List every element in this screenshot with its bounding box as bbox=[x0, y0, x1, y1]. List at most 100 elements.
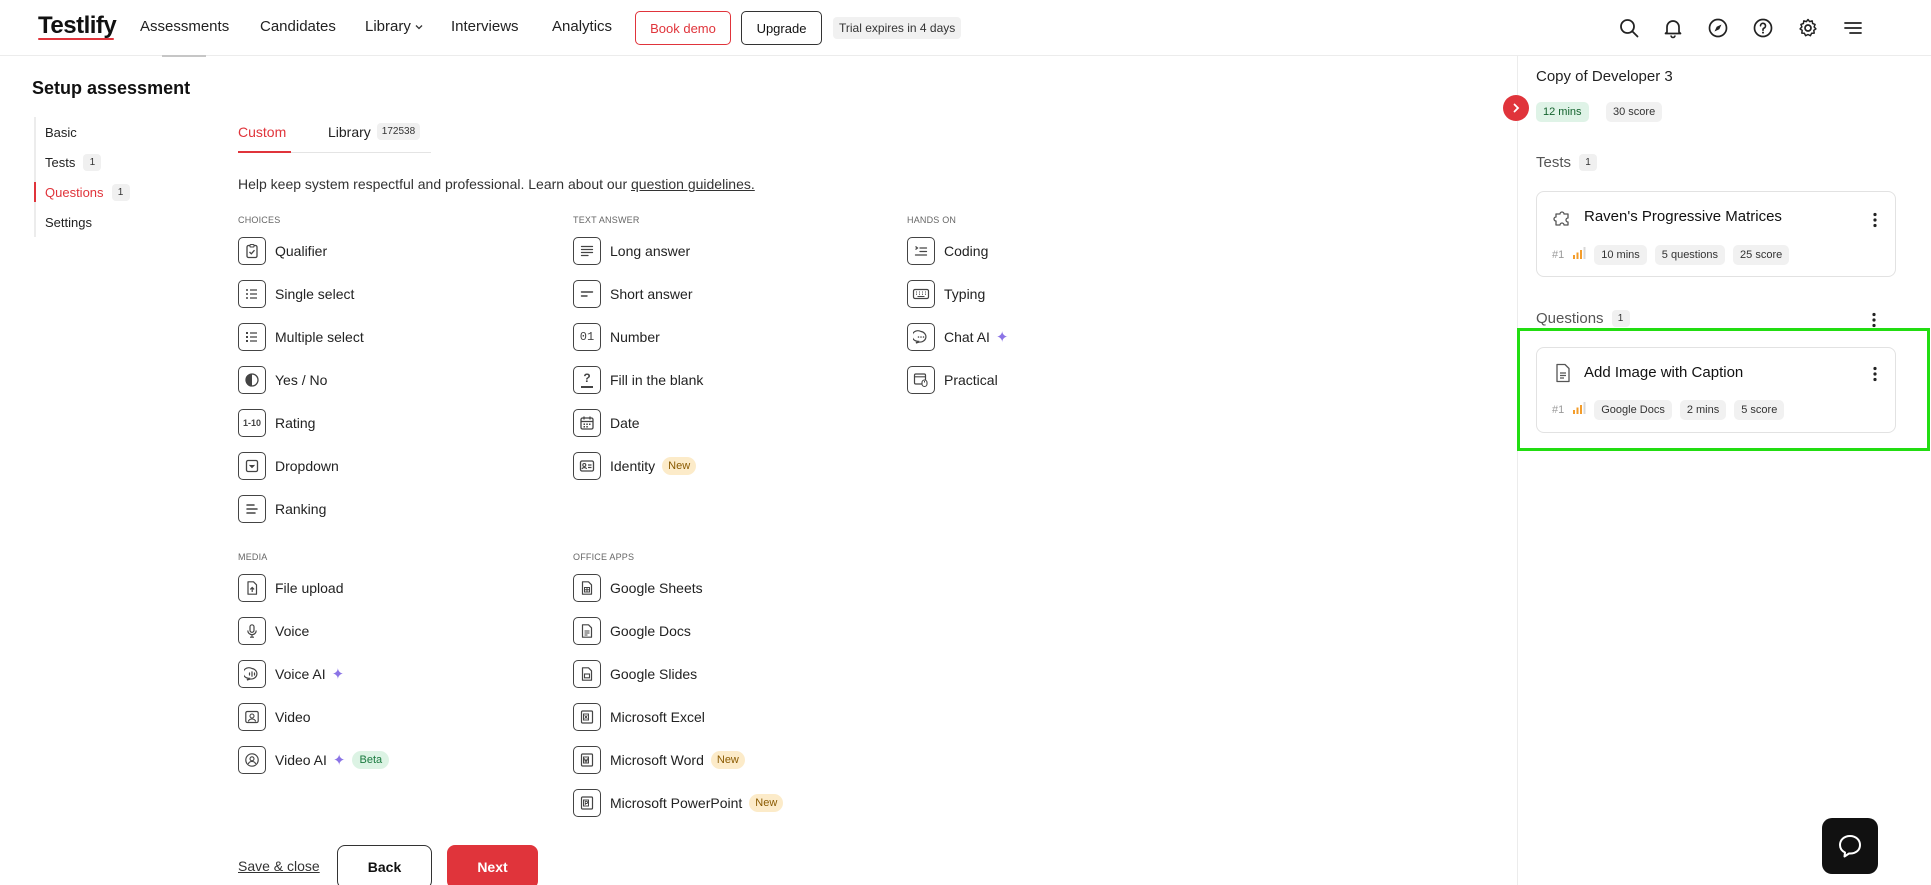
gear-icon[interactable] bbox=[1793, 13, 1823, 43]
qtype-ranking-label: Ranking bbox=[275, 501, 327, 517]
step-basic[interactable]: Basic bbox=[36, 117, 154, 147]
qtype-ranking[interactable]: Ranking bbox=[238, 494, 326, 524]
qtype-typing[interactable]: Typing bbox=[907, 279, 985, 309]
qtype-date-label: Date bbox=[610, 415, 640, 431]
voice-ai-icon bbox=[238, 660, 266, 688]
qtype-microsoft-excel-label: Microsoft Excel bbox=[610, 709, 705, 725]
beta-badge: Beta bbox=[352, 751, 390, 769]
qtype-microsoft-word[interactable]: Microsoft Word New bbox=[573, 745, 745, 775]
question-card-meta: #1 Google Docs 2 mins 5 score bbox=[1552, 400, 1785, 420]
tab-custom[interactable]: Custom bbox=[238, 124, 286, 140]
qtype-single-select-label: Single select bbox=[275, 286, 355, 302]
qtype-identity[interactable]: Identity New bbox=[573, 451, 697, 481]
qtype-microsoft-excel[interactable]: Microsoft Excel bbox=[573, 702, 705, 732]
save-close-link[interactable]: Save & close bbox=[238, 858, 320, 874]
tab-library[interactable]: Library 172538 bbox=[328, 123, 421, 140]
step-settings[interactable]: Settings bbox=[36, 207, 154, 237]
qtype-microsoft-powerpoint[interactable]: Microsoft PowerPoint New bbox=[573, 788, 784, 818]
more-vertical-icon[interactable] bbox=[1865, 362, 1885, 386]
sparkle-icon: ✦ bbox=[332, 751, 346, 769]
search-icon[interactable] bbox=[1614, 13, 1644, 43]
brand-logo[interactable]: Testlify bbox=[38, 12, 117, 40]
qtype-google-slides[interactable]: Google Slides bbox=[573, 659, 697, 689]
qtype-voice-ai[interactable]: Voice AI ✦ bbox=[238, 659, 344, 689]
test-card-score: 25 score bbox=[1733, 245, 1790, 265]
step-tests-label: Tests bbox=[45, 154, 76, 170]
collapse-panel-button[interactable] bbox=[1503, 95, 1529, 121]
qtype-yes-no-label: Yes / No bbox=[275, 372, 328, 388]
qtype-dropdown[interactable]: Dropdown bbox=[238, 451, 339, 481]
next-button[interactable]: Next bbox=[447, 845, 538, 885]
book-demo-button[interactable]: Book demo bbox=[635, 11, 731, 45]
new-badge: New bbox=[662, 457, 697, 475]
nav-library[interactable]: Library bbox=[365, 18, 424, 35]
back-button[interactable]: Back bbox=[337, 845, 432, 885]
difficulty-bars-icon bbox=[1572, 246, 1586, 265]
step-questions[interactable]: Questions 1 bbox=[34, 177, 154, 207]
slides-icon bbox=[573, 660, 601, 688]
test-card[interactable]: Raven's Progressive Matrices #1 10 mins … bbox=[1536, 191, 1896, 277]
qtype-file-upload-label: File upload bbox=[275, 580, 344, 596]
qtype-date[interactable]: Date bbox=[573, 408, 640, 438]
setup-steps-nav: Basic Tests 1 Questions 1 Settings bbox=[34, 117, 154, 237]
qtype-video[interactable]: Video bbox=[238, 702, 311, 732]
difficulty-bars-icon bbox=[1572, 401, 1586, 420]
question-guidelines-link[interactable]: question guidelines. bbox=[631, 176, 755, 192]
qtype-coding[interactable]: Coding bbox=[907, 236, 988, 266]
logo-underline bbox=[38, 38, 114, 40]
duration-pill: 12 mins bbox=[1536, 102, 1589, 122]
qtype-fill-blank[interactable]: ? Fill in the blank bbox=[573, 365, 703, 395]
excel-icon bbox=[573, 703, 601, 731]
qtype-voice[interactable]: Voice bbox=[238, 616, 309, 646]
trial-badge: Trial expires in 4 days bbox=[833, 17, 962, 39]
qtype-google-docs[interactable]: Google Docs bbox=[573, 616, 691, 646]
calendar-icon bbox=[573, 409, 601, 437]
new-badge: New bbox=[749, 794, 784, 812]
step-tests-count: 1 bbox=[83, 153, 102, 171]
more-vertical-icon[interactable] bbox=[1865, 208, 1885, 232]
qtype-practical[interactable]: Practical bbox=[907, 365, 998, 395]
qtype-single-select[interactable]: Single select bbox=[238, 279, 354, 309]
ranking-icon bbox=[238, 495, 266, 523]
help-text: Help keep system respectful and professi… bbox=[238, 176, 755, 192]
nav-candidates[interactable]: Candidates bbox=[260, 18, 336, 35]
qtype-file-upload[interactable]: File upload bbox=[238, 573, 344, 603]
score-pill: 30 score bbox=[1606, 102, 1663, 122]
menu-icon[interactable] bbox=[1838, 13, 1868, 43]
qtype-dropdown-label: Dropdown bbox=[275, 458, 339, 474]
qtype-yes-no[interactable]: Yes / No bbox=[238, 365, 327, 395]
question-card-score: 5 score bbox=[1734, 400, 1785, 420]
help-icon[interactable] bbox=[1748, 13, 1778, 43]
question-card-type: Google Docs bbox=[1594, 400, 1672, 420]
qtype-rating[interactable]: 1-10 Rating bbox=[238, 408, 315, 438]
test-card-mins: 10 mins bbox=[1594, 245, 1647, 265]
nav-interviews[interactable]: Interviews bbox=[451, 18, 519, 35]
more-vertical-icon[interactable] bbox=[1864, 308, 1884, 332]
qtype-chat-ai[interactable]: Chat AI ✦ bbox=[907, 322, 1009, 352]
qtype-long-answer[interactable]: Long answer bbox=[573, 236, 690, 266]
qtype-number[interactable]: 01 Number bbox=[573, 322, 660, 352]
step-tests[interactable]: Tests 1 bbox=[36, 147, 154, 177]
qtype-short-answer[interactable]: Short answer bbox=[573, 279, 692, 309]
chat-icon bbox=[907, 323, 935, 351]
support-chat-button[interactable] bbox=[1822, 818, 1878, 874]
bell-icon[interactable] bbox=[1658, 13, 1688, 43]
qtype-qualifier[interactable]: Qualifier bbox=[238, 236, 327, 266]
compass-icon[interactable] bbox=[1703, 13, 1733, 43]
qtype-google-sheets[interactable]: Google Sheets bbox=[573, 573, 703, 603]
questions-section-label: Questions bbox=[1536, 310, 1604, 327]
qtype-multiple-select[interactable]: Multiple select bbox=[238, 322, 364, 352]
test-card-questions: 5 questions bbox=[1654, 245, 1726, 265]
nav-assessments[interactable]: Assessments bbox=[140, 18, 229, 35]
question-card[interactable]: Add Image with Caption #1 Google Docs 2 … bbox=[1536, 347, 1896, 433]
upgrade-button[interactable]: Upgrade bbox=[741, 11, 822, 45]
step-basic-label: Basic bbox=[45, 124, 77, 140]
step-questions-label: Questions bbox=[45, 184, 104, 200]
fill-blank-icon-text: ? bbox=[583, 371, 591, 386]
qtype-video-ai[interactable]: Video AI ✦ Beta bbox=[238, 745, 390, 775]
file-upload-icon bbox=[238, 574, 266, 602]
number-icon: 01 bbox=[573, 323, 601, 351]
qtype-coding-label: Coding bbox=[944, 243, 989, 259]
nav-analytics[interactable]: Analytics bbox=[552, 18, 612, 35]
chat-bubble-icon bbox=[1839, 835, 1861, 858]
